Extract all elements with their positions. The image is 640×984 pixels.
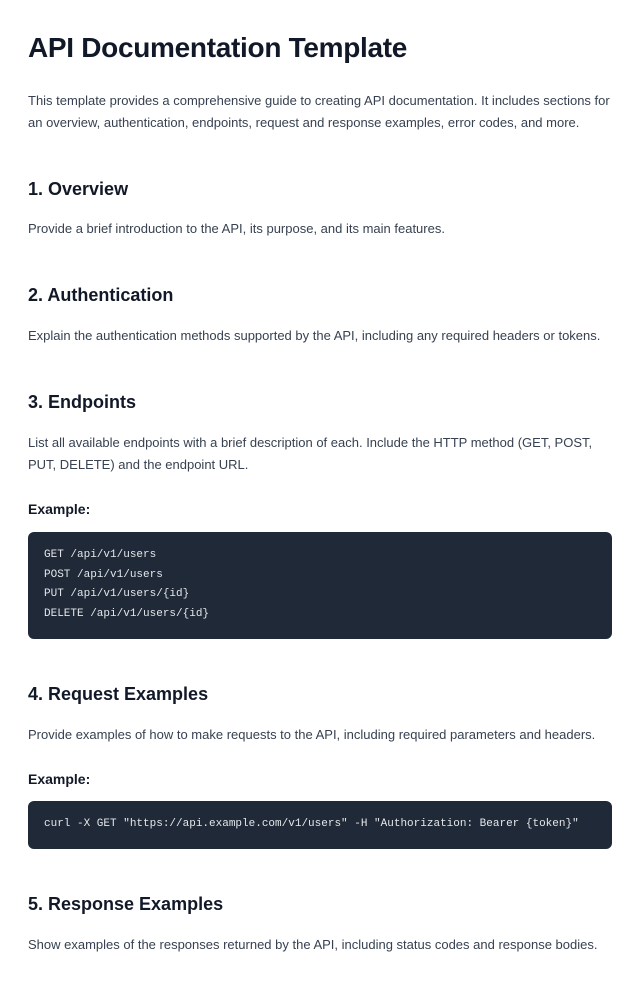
section-auth-body: Explain the authentication methods suppo…	[28, 325, 612, 347]
request-code-block: curl -X GET "https://api.example.com/v1/…	[28, 801, 612, 849]
section-request-body: Provide examples of how to make requests…	[28, 724, 612, 746]
section-overview-body: Provide a brief introduction to the API,…	[28, 218, 612, 240]
page-title: API Documentation Template	[28, 24, 612, 72]
endpoints-example-label: Example:	[28, 498, 612, 522]
section-endpoints-heading: 3. Endpoints	[28, 387, 612, 418]
section-response-body: Show examples of the responses returned …	[28, 934, 612, 956]
request-example-label: Example:	[28, 768, 612, 792]
intro-paragraph: This template provides a comprehensive g…	[28, 90, 612, 134]
section-request-heading: 4. Request Examples	[28, 679, 612, 710]
section-auth-heading: 2. Authentication	[28, 280, 612, 311]
section-endpoints-body: List all available endpoints with a brie…	[28, 432, 612, 476]
section-response-heading: 5. Response Examples	[28, 889, 612, 920]
endpoints-code-block: GET /api/v1/users POST /api/v1/users PUT…	[28, 532, 612, 639]
section-overview-heading: 1. Overview	[28, 174, 612, 205]
